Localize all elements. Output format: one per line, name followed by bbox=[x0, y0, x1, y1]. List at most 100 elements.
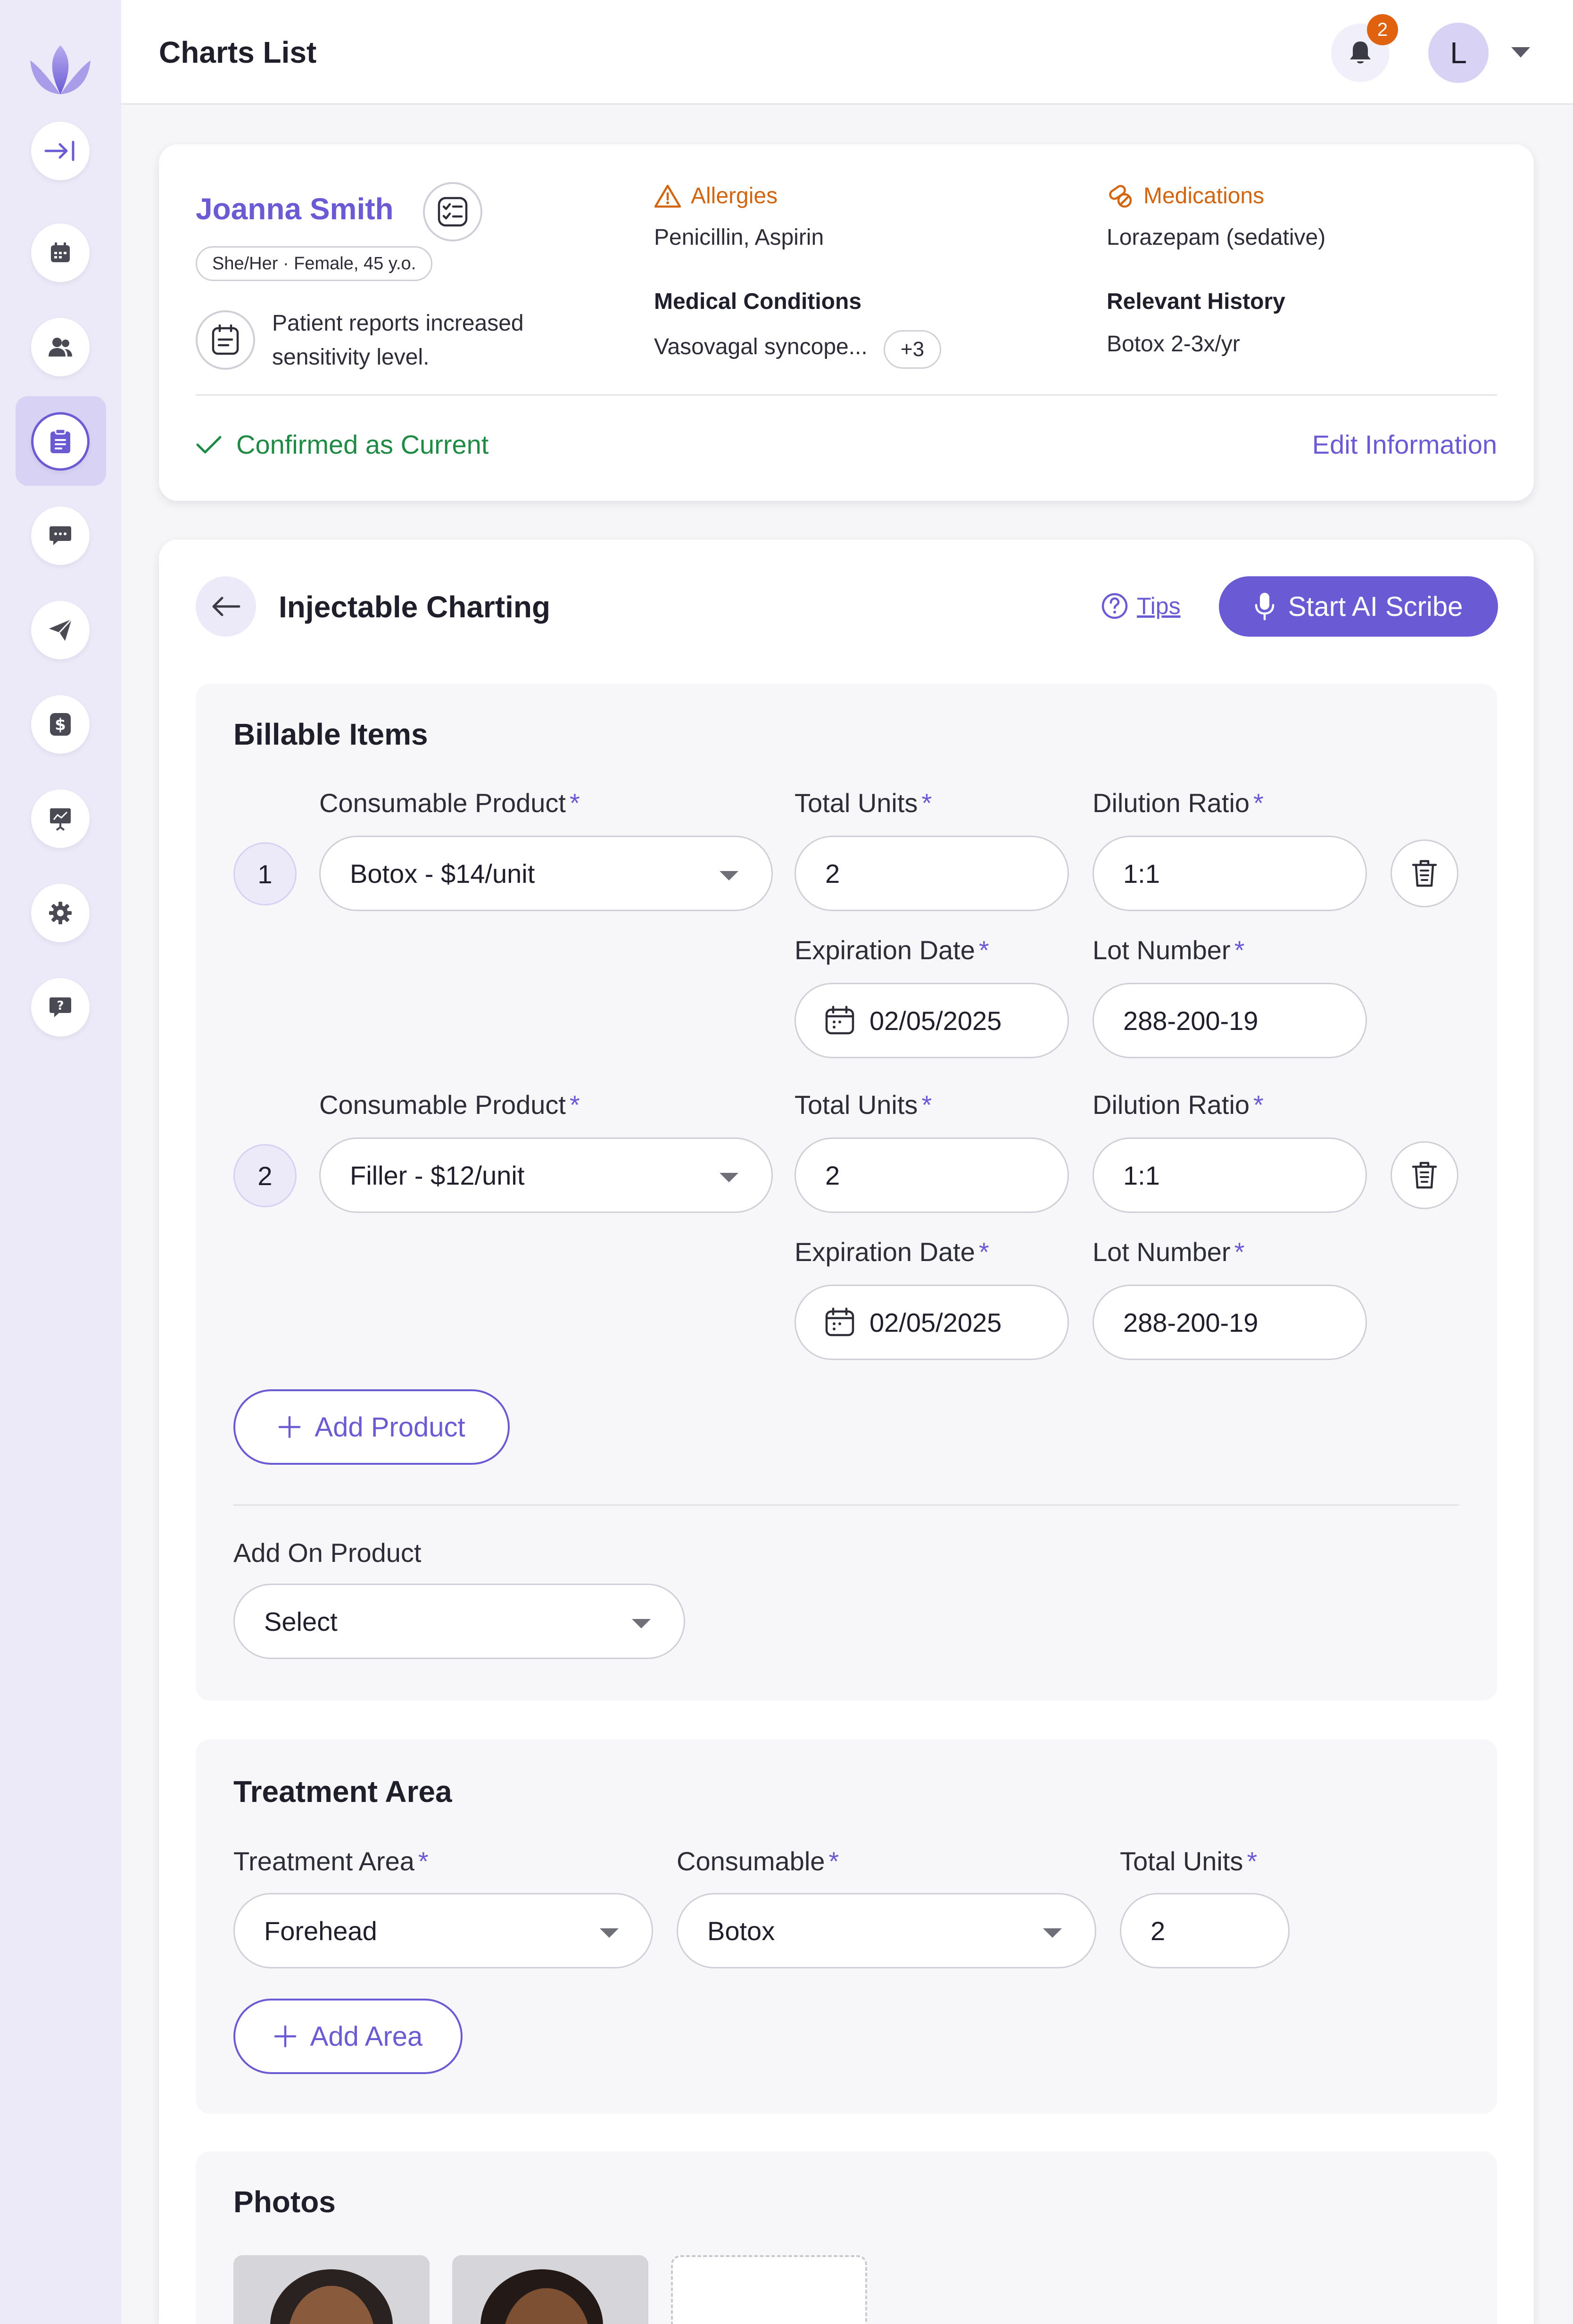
sidebar: $ ? bbox=[0, 0, 121, 2324]
treatment-area-select[interactable]: Forehead bbox=[233, 1893, 653, 1968]
sidebar-item-campaigns[interactable] bbox=[31, 601, 90, 659]
divider bbox=[196, 394, 1497, 396]
sidebar-item-calendar[interactable] bbox=[31, 224, 90, 282]
patient-photo bbox=[233, 2255, 430, 2324]
user-menu-chevron-down-icon[interactable] bbox=[1511, 47, 1530, 58]
svg-text:$: $ bbox=[55, 715, 66, 734]
conditions-more-chip[interactable]: +3 bbox=[884, 330, 941, 369]
photos-title: Photos bbox=[233, 2185, 336, 2219]
expiration-date-input[interactable]: 02/05/2025 bbox=[795, 1285, 1069, 1360]
microphone-icon bbox=[1255, 593, 1274, 621]
calendar-icon bbox=[825, 1005, 854, 1035]
patient-name[interactable]: Joanna Smith bbox=[196, 191, 394, 226]
allergies-label: Allergies bbox=[691, 183, 778, 208]
medications-value: Lorazepam (sedative) bbox=[1107, 225, 1326, 250]
item-number-badge: 1 bbox=[233, 842, 297, 905]
patient-info-card: Joanna Smith She/Her · Female, 45 y.o. P… bbox=[159, 144, 1534, 501]
patient-photo bbox=[452, 2255, 648, 2324]
tips-label: Tips bbox=[1137, 593, 1181, 619]
product-label: Consumable Product * bbox=[319, 788, 580, 818]
trash-icon bbox=[1412, 1162, 1437, 1189]
sidebar-item-charts[interactable] bbox=[31, 412, 90, 471]
photos-section: Photos bbox=[196, 2151, 1497, 2324]
user-avatar[interactable]: L bbox=[1428, 23, 1489, 83]
dollar-icon: $ bbox=[50, 713, 71, 736]
total-units-input[interactable]: 2 bbox=[795, 836, 1069, 911]
start-ai-scribe-button[interactable]: Start AI Scribe bbox=[1219, 576, 1498, 637]
confirmed-text: Confirmed as Current bbox=[236, 430, 489, 459]
billable-items-section: Billable Items Consumable Product * Total… bbox=[196, 684, 1497, 1701]
billable-items-title: Billable Items bbox=[233, 717, 428, 751]
dilution-label: Dilution Ratio * bbox=[1093, 1090, 1264, 1120]
medications-label: Medications bbox=[1143, 183, 1265, 208]
clipboard-icon bbox=[50, 429, 70, 453]
add-on-product-select[interactable]: Select bbox=[233, 1584, 685, 1659]
dilution-ratio-input[interactable]: 1:1 bbox=[1093, 836, 1367, 911]
sidebar-item-messages[interactable] bbox=[31, 506, 90, 565]
patient-photo-thumbnail[interactable] bbox=[452, 2255, 648, 2324]
chevron-down-icon bbox=[720, 871, 738, 880]
send-icon bbox=[49, 618, 73, 641]
history-label: Relevant History bbox=[1107, 289, 1285, 314]
pills-icon bbox=[1109, 184, 1132, 208]
collapse-sidebar-icon bbox=[44, 141, 75, 161]
checklist-icon bbox=[438, 197, 468, 227]
patient-photo-thumbnail[interactable] bbox=[233, 2255, 430, 2324]
patient-demographics-chip: She/Her · Female, 45 y.o. bbox=[196, 246, 433, 281]
sidebar-item-settings[interactable] bbox=[31, 884, 90, 942]
expiration-label: Expiration Date * bbox=[795, 935, 989, 965]
lot-number-input[interactable]: 288-200-19 bbox=[1093, 1285, 1367, 1360]
treatment-units-input[interactable]: 2 bbox=[1120, 1893, 1290, 1968]
consumable-product-select[interactable]: Filler - $12/unit bbox=[319, 1137, 773, 1213]
patient-note: Patient reports increased sensitivity le… bbox=[272, 311, 524, 370]
scribe-label: Start AI Scribe bbox=[1288, 591, 1463, 622]
conditions-value: Vasovagal syncope... bbox=[654, 334, 868, 359]
patient-note-icon-wrap bbox=[196, 310, 255, 370]
chevron-down-icon bbox=[720, 1173, 738, 1182]
edit-information-link[interactable]: Edit Information bbox=[1312, 429, 1497, 460]
sidebar-item-reports[interactable] bbox=[31, 789, 90, 848]
confirmed-status: Confirmed as Current bbox=[196, 429, 488, 460]
plus-icon bbox=[274, 2025, 296, 2048]
collapse-sidebar-button[interactable] bbox=[31, 122, 90, 180]
sidebar-item-users[interactable] bbox=[31, 318, 90, 376]
help-chat-icon: ? bbox=[50, 997, 71, 1017]
patient-checklist-button[interactable] bbox=[423, 182, 482, 241]
calendar-icon bbox=[51, 242, 70, 262]
tips-link[interactable]: Tips bbox=[1101, 592, 1181, 620]
total-units-input[interactable]: 2 bbox=[795, 1137, 1069, 1213]
consumable-product-select[interactable]: Botox - $14/unit bbox=[319, 836, 773, 911]
consumable-select[interactable]: Botox bbox=[677, 1893, 1096, 1968]
notification-count-badge: 2 bbox=[1367, 14, 1398, 45]
back-button[interactable] bbox=[196, 576, 256, 637]
treatment-area-title: Treatment Area bbox=[233, 1775, 452, 1809]
trash-icon bbox=[1412, 860, 1437, 887]
lotus-logo[interactable] bbox=[27, 42, 93, 98]
calendar-note-icon bbox=[212, 324, 239, 355]
chat-icon bbox=[50, 526, 71, 545]
consumable-label: Consumable * bbox=[677, 1846, 839, 1876]
sidebar-item-billing[interactable]: $ bbox=[31, 695, 90, 754]
lot-number-input[interactable]: 288-200-19 bbox=[1093, 983, 1367, 1058]
delete-item-button[interactable] bbox=[1391, 1141, 1458, 1209]
gear-icon bbox=[49, 902, 72, 924]
divider bbox=[233, 1504, 1459, 1506]
expiration-date-input[interactable]: 02/05/2025 bbox=[795, 983, 1069, 1058]
item-number-badge: 2 bbox=[233, 1144, 297, 1207]
users-icon bbox=[49, 338, 72, 357]
add-product-button[interactable]: Add Product bbox=[233, 1389, 510, 1465]
warning-icon bbox=[654, 184, 681, 208]
add-on-product-label: Add On Product bbox=[233, 1538, 422, 1568]
question-circle-icon bbox=[1101, 593, 1128, 619]
units-label: Total Units * bbox=[795, 788, 932, 818]
treatment-units-label: Total Units * bbox=[1120, 1846, 1258, 1876]
dilution-ratio-input[interactable]: 1:1 bbox=[1093, 1137, 1367, 1213]
lot-label: Lot Number * bbox=[1093, 935, 1245, 965]
sidebar-item-help[interactable]: ? bbox=[31, 978, 90, 1037]
calendar-icon bbox=[825, 1307, 854, 1336]
medications-heading: Medications bbox=[1107, 183, 1264, 209]
add-photo-dropzone[interactable] bbox=[671, 2255, 867, 2324]
add-area-button[interactable]: Add Area bbox=[233, 1999, 463, 2074]
product-label: Consumable Product * bbox=[319, 1090, 580, 1120]
delete-item-button[interactable] bbox=[1391, 839, 1458, 907]
